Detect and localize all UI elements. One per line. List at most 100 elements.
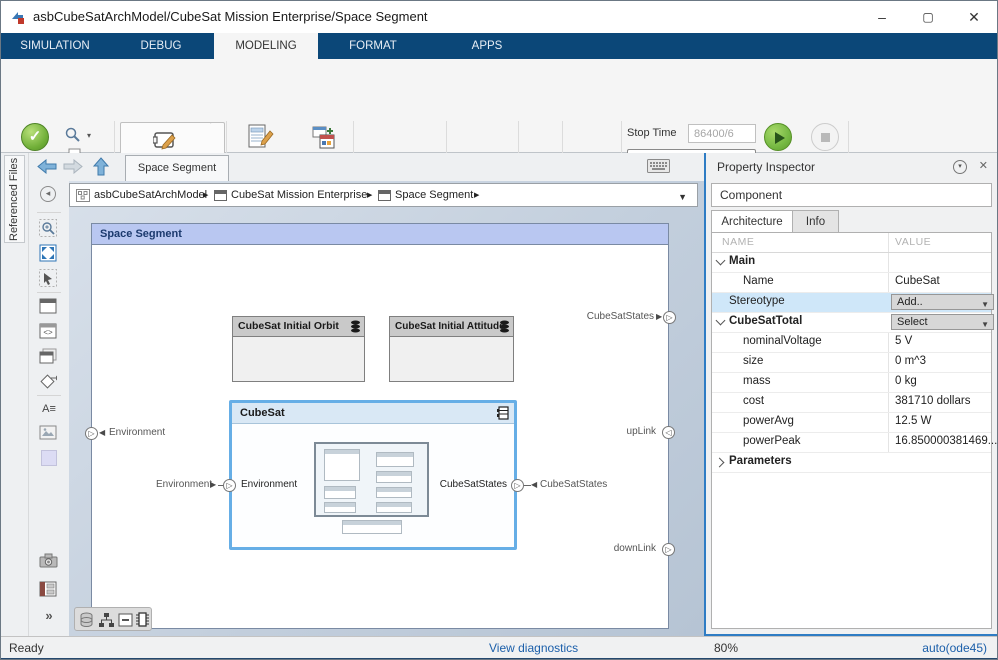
hide-explorer-bar-icon[interactable]: ◂ (40, 186, 56, 202)
property-name: cost (743, 395, 764, 407)
cubesat-thumbnail-box (324, 502, 356, 513)
cubesat-in-port-icon[interactable]: ▷ (223, 479, 236, 492)
breadcrumb-separator-icon: ▶ (474, 191, 479, 199)
breadcrumb-item-enterprise[interactable]: CubeSat Mission Enterprise (231, 189, 367, 201)
view-diagnostics-link[interactable]: View diagnostics (489, 641, 578, 655)
property-name: Stereotype (729, 295, 785, 307)
panel-close-icon[interactable]: ✕ (979, 159, 988, 172)
maximize-button[interactable]: ▢ (905, 1, 951, 33)
annotation-tool-icon[interactable]: A≡ (39, 400, 59, 420)
keyboard-shortcuts-icon[interactable] (647, 159, 670, 173)
status-ready: Ready (9, 641, 44, 655)
tab-apps[interactable]: APPS (445, 33, 529, 59)
zoom-icon[interactable] (39, 219, 59, 239)
more-tools-icon[interactable]: » (39, 607, 59, 627)
tab-simulation[interactable]: SIMULATION (13, 33, 97, 59)
close-button[interactable]: ✕ (951, 1, 997, 33)
column-divider (888, 353, 889, 372)
property-row-nominalvoltage[interactable]: nominalVoltage 5 V (712, 333, 991, 353)
architecture-perspective-icon[interactable] (135, 611, 150, 628)
cubesat-thumbnail-box (324, 449, 360, 481)
adapter-tool-icon[interactable] (39, 373, 59, 393)
forward-icon[interactable] (63, 159, 83, 174)
component-title: CubeSat Initial Attitude (395, 321, 505, 332)
document-tab-space-segment[interactable]: Space Segment (125, 155, 229, 181)
area-tool-icon[interactable] (41, 450, 57, 466)
fit-to-view-icon[interactable] (39, 244, 59, 264)
tab-info[interactable]: Info (793, 210, 839, 233)
cubesattotal-dropdown[interactable]: Select▼ (891, 314, 994, 330)
property-name: powerAvg (743, 415, 794, 427)
property-row-poweravg[interactable]: powerAvg 12.5 W (712, 413, 991, 433)
column-divider (888, 393, 889, 412)
dropdown-caret-icon: ▼ (981, 298, 989, 312)
dropdown-value: Select (897, 316, 928, 328)
breadcrumb-item-space-segment[interactable]: Space Segment (395, 189, 473, 201)
property-row-stereotype[interactable]: Stereotype Add..▼ (712, 293, 991, 313)
image-tool-icon[interactable] (39, 425, 59, 445)
reference-component-tool-icon[interactable] (39, 348, 59, 368)
column-divider (888, 433, 889, 452)
screenshot-icon[interactable] (39, 553, 59, 573)
property-group-parameters[interactable]: Parameters (712, 453, 991, 473)
breadcrumb-item-model[interactable]: asbCubeSatArchModel (94, 189, 207, 201)
breadcrumb-separator-icon: ▶ (203, 191, 208, 199)
boundary-port-environment-icon[interactable]: ▷ (85, 427, 98, 440)
minimize-button[interactable]: – (859, 1, 905, 33)
property-value[interactable]: CubeSat (895, 275, 940, 287)
panel-menu-icon[interactable]: ▾ (953, 160, 967, 174)
find-icon[interactable] (65, 127, 81, 143)
tab-format[interactable]: FORMAT (331, 33, 415, 59)
up-to-parent-icon[interactable] (93, 157, 109, 176)
property-row-size[interactable]: size 0 m^3 (712, 353, 991, 373)
find-caret-icon[interactable]: ▾ (87, 131, 91, 140)
property-row-mass[interactable]: mass 0 kg (712, 373, 991, 393)
property-value[interactable]: 12.5 W (895, 415, 931, 427)
property-value[interactable]: 16.850000381469... (895, 435, 997, 447)
stop-button[interactable] (811, 123, 839, 151)
tab-architecture[interactable]: Architecture (711, 210, 793, 233)
sidebar-divider (37, 212, 61, 213)
hierarchy-perspective-icon[interactable] (98, 612, 115, 628)
boundary-port-uplink-icon[interactable]: ◁ (662, 426, 675, 439)
solver-indicator[interactable]: auto(ode45) (922, 641, 987, 655)
property-name: size (743, 355, 763, 367)
apply-stereotypes-icon (311, 125, 337, 151)
referenced-files-tab[interactable]: Referenced Files (4, 155, 25, 243)
column-divider (888, 373, 889, 392)
breadcrumb-dropdown-icon[interactable]: ▼ (678, 192, 687, 202)
component-cubesat-initial-attitude[interactable]: CubeSat Initial Attitude (389, 316, 514, 382)
requirements-perspective-icon[interactable] (118, 612, 133, 628)
tab-debug[interactable]: DEBUG (119, 33, 203, 59)
property-group-cubesattotal[interactable]: CubeSatTotal Select▼ (712, 313, 991, 333)
tab-modeling[interactable]: MODELING (214, 33, 318, 59)
interface-perspective-icon[interactable] (79, 612, 94, 628)
property-value[interactable]: 5 V (895, 335, 912, 347)
property-inspector-panel: Property Inspector ▾ ✕ Component Archite… (704, 153, 998, 636)
back-icon[interactable] (37, 159, 57, 174)
variant-component-tool-icon[interactable]: <> (39, 323, 59, 343)
stereotype-dropdown[interactable]: Add..▼ (891, 294, 994, 310)
component-cubesat-initial-orbit[interactable]: CubeSat Initial Orbit (232, 316, 365, 382)
boundary-port-downlink-icon[interactable]: ▷ (662, 543, 675, 556)
property-value[interactable]: 0 kg (895, 375, 917, 387)
property-row-cost[interactable]: cost 381710 dollars (712, 393, 991, 413)
window-title: asbCubeSatArchModel/CubeSat Mission Ente… (33, 9, 428, 24)
flow-arrow-icon: ◀ (99, 428, 105, 438)
component-tool-icon[interactable] (39, 298, 59, 318)
cubesat-thumbnail-box (376, 471, 412, 483)
property-row-powerpeak[interactable]: powerPeak 16.850000381469... (712, 433, 991, 453)
run-button[interactable] (764, 123, 792, 151)
cubesat-out-port-icon[interactable]: ▷ (511, 479, 524, 492)
simulink-window: asbCubeSatArchModel/CubeSat Mission Ente… (0, 0, 998, 660)
property-row-name[interactable]: Name CubeSat (712, 273, 991, 293)
model-browser-icon[interactable] (39, 581, 59, 601)
stop-time-input[interactable]: 86400/6 (688, 124, 756, 143)
property-group-main[interactable]: Main (712, 253, 991, 273)
boundary-port-cubesatstates-icon[interactable]: ▷ (663, 311, 676, 324)
property-value[interactable]: 0 m^3 (895, 355, 926, 367)
select-tool-icon[interactable] (39, 269, 59, 289)
flow-arrow-icon: ▶ (656, 312, 662, 322)
breadcrumb-separator-icon: ▶ (367, 191, 372, 199)
property-value[interactable]: 381710 dollars (895, 395, 970, 407)
